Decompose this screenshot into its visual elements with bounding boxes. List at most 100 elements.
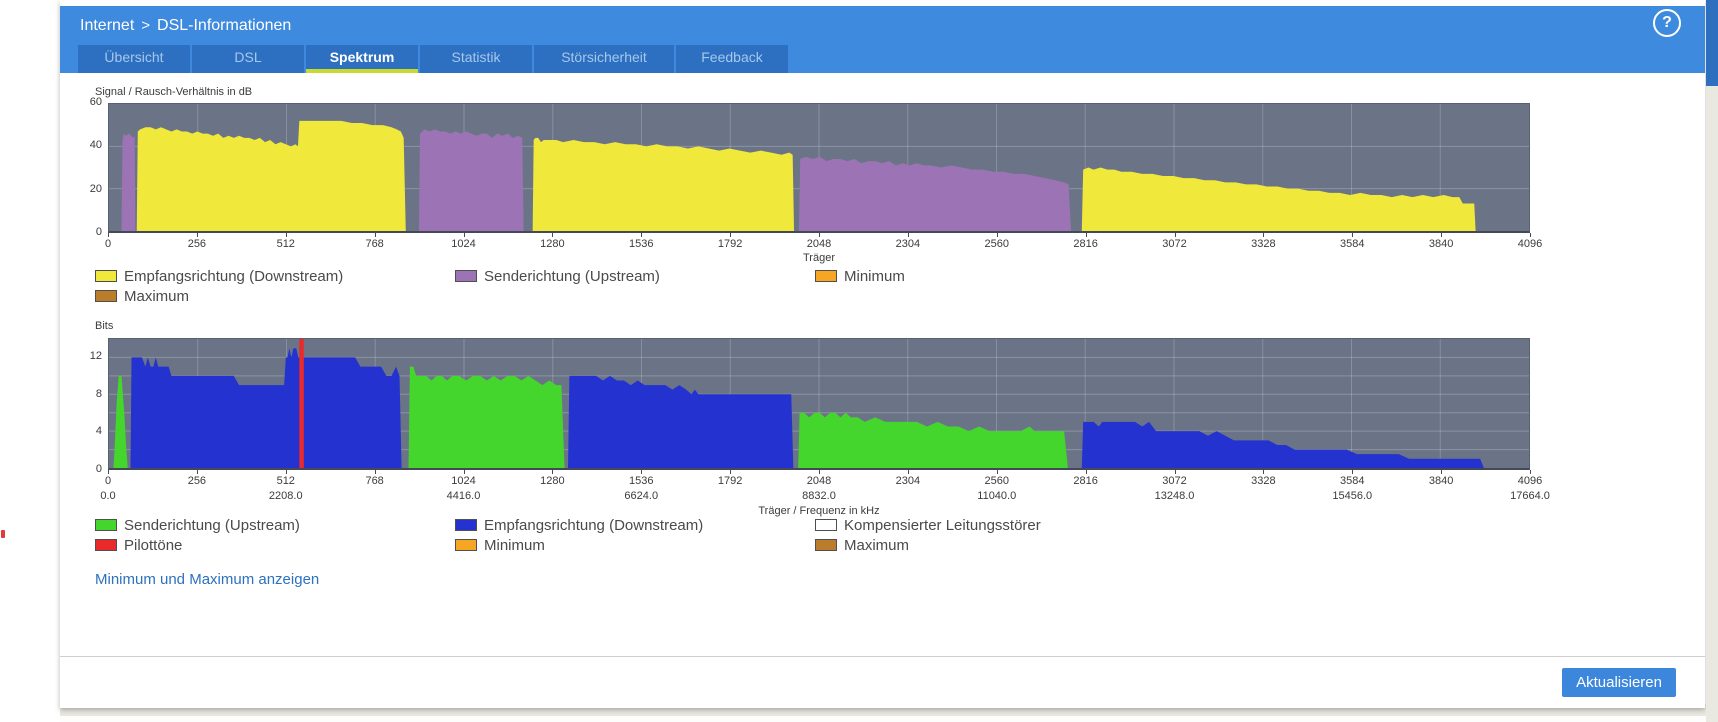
x-tick-label: 2816 <box>1073 238 1098 250</box>
y-tick-label: 40 <box>89 139 102 152</box>
x-tick-label: 1536 <box>629 238 654 250</box>
bits-spectrum-svg <box>109 339 1529 468</box>
x-tick-label: 1280 <box>540 475 565 487</box>
x-tick-label: 512 <box>276 238 295 250</box>
series-band <box>113 375 128 468</box>
x-tickmark <box>108 470 109 474</box>
legend-swatch <box>95 290 117 302</box>
x-tickmark <box>552 233 554 237</box>
legend-swatch <box>455 270 477 282</box>
y-tick-label: 20 <box>89 182 102 195</box>
x-tick-label: 1792 <box>717 238 743 250</box>
series-band <box>1081 421 1484 468</box>
x-tickmark <box>374 470 376 474</box>
x-tickmark <box>819 233 820 237</box>
snr-plot-area <box>108 103 1530 233</box>
x-tick-label: 2304 <box>895 475 921 487</box>
legend-label: Maximum <box>844 536 910 554</box>
x-tick-label: 768 <box>365 475 384 487</box>
legend-label: Senderichtung (Upstream) <box>124 516 300 534</box>
x-tickmark <box>108 233 109 237</box>
x-tickmark <box>196 470 198 474</box>
divider <box>60 656 1705 657</box>
x-tick-label: 3584 <box>1340 238 1365 250</box>
snr-spectrum-svg <box>109 104 1529 231</box>
y-tick-label: 0 <box>95 463 102 475</box>
series-band <box>1081 167 1476 231</box>
x-tick-label: 3840 <box>1428 475 1454 487</box>
frequency-tick-label: 2208.0 <box>268 490 303 502</box>
help-icon[interactable]: ? <box>1653 9 1681 37</box>
frequency-tick-label: 0.0 <box>100 490 116 502</box>
y-tick-label: 0 <box>95 226 102 238</box>
x-tick-label: 4096 <box>1517 238 1543 250</box>
legend-label: Senderichtung (Upstream) <box>484 267 660 285</box>
y-tick-label: 60 <box>89 96 102 108</box>
scrollbar-track[interactable] <box>1706 0 1718 722</box>
scrollbar-thumb[interactable] <box>1706 0 1718 86</box>
legend-label: Pilottöne <box>124 536 183 554</box>
x-tick-label: 2560 <box>984 238 1009 250</box>
y-tick-label: 4 <box>95 425 102 438</box>
legend-swatch <box>815 270 837 282</box>
x-tick-label: 3328 <box>1251 475 1276 487</box>
x-tick-label: 256 <box>187 475 207 487</box>
tab-spektrum[interactable]: Spektrum <box>306 45 418 73</box>
x-tick-label: 2816 <box>1073 475 1098 487</box>
footer-strip <box>60 716 1706 722</box>
tab-statistik[interactable]: Statistik <box>420 45 532 73</box>
bits-x-axis-frequency: 0.0 2208.0 4416.0 6624.0 8832.0 11040.0 13248.… <box>100 490 1550 504</box>
frequency-tick-label: 11040.0 <box>977 490 1017 502</box>
frequency-tick-label: 6624.0 <box>624 490 659 502</box>
tab-dsl[interactable]: DSL <box>192 45 304 73</box>
tab-uebersicht[interactable]: Übersicht <box>78 45 190 73</box>
tab-stoersicherheit[interactable]: Störsicherheit <box>534 45 674 73</box>
frequency-tick-label: 13248.0 <box>1154 490 1195 502</box>
x-tickmark <box>463 233 465 237</box>
series-band <box>408 366 565 468</box>
bits-plot-area <box>108 338 1530 470</box>
x-tickmark <box>1263 233 1265 237</box>
x-tickmark <box>1085 470 1087 474</box>
breadcrumb-separator: > <box>141 17 151 34</box>
x-tick-label: 1024 <box>451 238 476 250</box>
legend-swatch <box>455 539 477 551</box>
show-min-max-link[interactable]: Minimum und Maximum anzeigen <box>95 571 319 588</box>
x-tick-label: 3584 <box>1340 475 1365 487</box>
refresh-button[interactable]: Aktualisieren <box>1562 668 1676 697</box>
x-tick-label: 2560 <box>984 475 1009 487</box>
x-tick-label: 1536 <box>629 475 654 487</box>
legend-label: Empfangsrichtung (Downstream) <box>124 267 344 285</box>
legend-item: Empfangsrichtung (Downstream) <box>95 267 343 285</box>
series-band <box>418 129 524 231</box>
x-tickmark <box>285 470 287 474</box>
snr-x-axis: 0 256 512 768 1024 1280 1536 1792 2048 2304 2560 28… <box>105 238 1542 252</box>
frequency-tick-label: 17664.0 <box>1510 490 1550 502</box>
legend-item: Pilottöne <box>95 536 182 554</box>
header-bar: Internet > DSL-Informationen ? Übersicht D… <box>60 6 1705 73</box>
x-tick-label: 2304 <box>895 238 921 250</box>
x-tick-label: 1024 <box>451 475 476 487</box>
x-tick-label: 2048 <box>806 475 832 487</box>
x-tickmark <box>1174 233 1176 237</box>
legend-label: Minimum <box>844 267 905 285</box>
stray-red-mark <box>1 530 5 538</box>
legend-swatch <box>815 519 837 531</box>
breadcrumb-section: Internet <box>80 17 135 34</box>
x-tick-label: 3072 <box>1162 238 1187 250</box>
x-tickmark <box>1352 233 1354 237</box>
x-tickmark <box>1530 233 1531 237</box>
x-tickmark <box>1174 470 1176 474</box>
content-panel: Internet > DSL-Informationen ? Übersicht D… <box>60 0 1705 708</box>
x-tick-label: 4096 <box>1517 475 1543 487</box>
series-band <box>532 137 795 231</box>
tab-feedback[interactable]: Feedback <box>676 45 788 73</box>
series-band <box>136 120 406 231</box>
pilot-tone-line <box>299 339 304 468</box>
x-tickmark <box>285 233 287 237</box>
legend-swatch <box>95 539 117 551</box>
series-band <box>568 375 794 468</box>
x-tickmark <box>1263 470 1265 474</box>
legend-item: Senderichtung (Upstream) <box>455 267 660 285</box>
legend-swatch <box>95 519 117 531</box>
